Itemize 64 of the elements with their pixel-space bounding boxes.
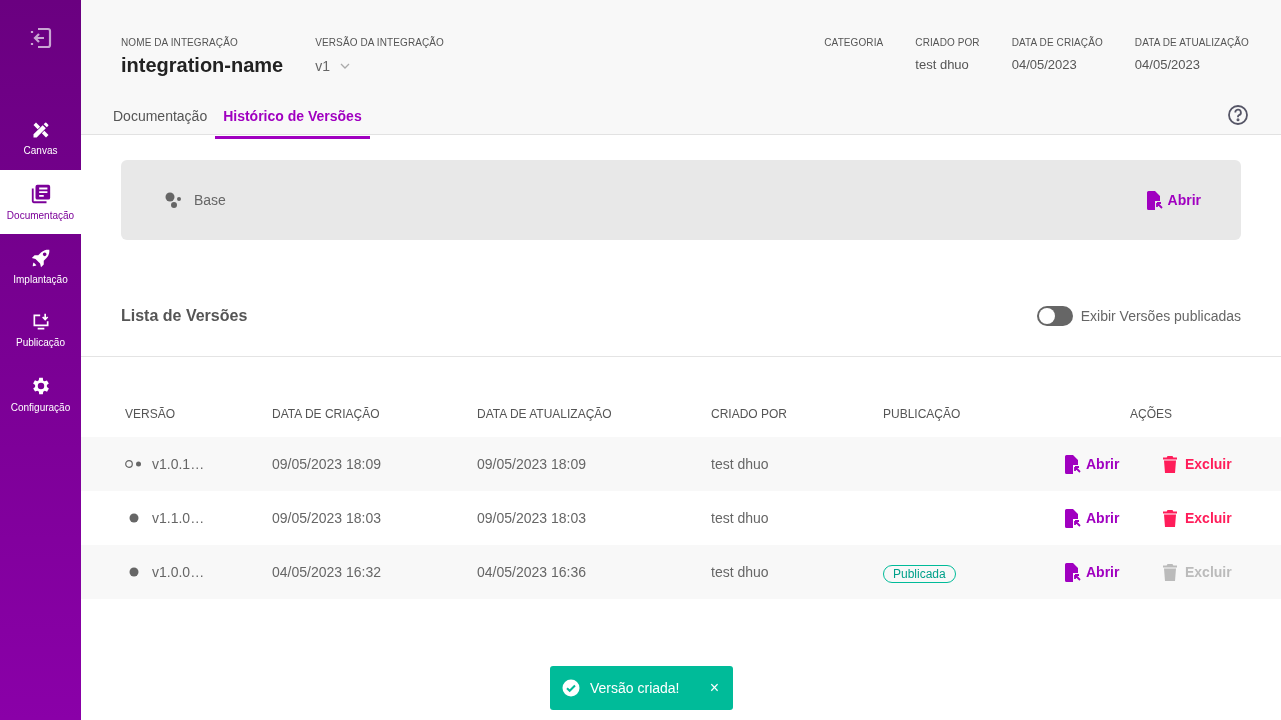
- toggle-switch[interactable]: [1036, 306, 1073, 326]
- sidebar-item[interactable]: Documentação: [0, 170, 81, 234]
- sidebar-item[interactable]: Canvas: [0, 106, 81, 170]
- version-number: v1.0.0…: [152, 564, 205, 580]
- field-label: DATA DE CRIAÇÃO: [1011, 37, 1103, 48]
- field-label: NOME DA INTEGRAÇÃO: [121, 37, 239, 48]
- dot-icon: [129, 513, 139, 523]
- column-header: DATA DE CRIAÇÃO: [272, 407, 381, 423]
- creation-date: 09/05/2023 18:03: [272, 510, 381, 526]
- author-name: test dhuo: [711, 564, 769, 580]
- dots-icon: [165, 191, 182, 209]
- column-header: AÇÕES: [1129, 407, 1173, 423]
- column-header: VERSÃO: [124, 407, 176, 423]
- field-label: CRIADO POR: [915, 37, 980, 48]
- branch-dots-icon: [125, 460, 143, 468]
- trash-icon: [1163, 509, 1177, 527]
- open-button[interactable]: Abrir: [1065, 454, 1120, 474]
- file-open-icon: [1065, 562, 1081, 582]
- open-button[interactable]: Abrir: [1065, 508, 1120, 528]
- check-circle-icon: [562, 679, 580, 697]
- delete-button[interactable]: Excluir: [1163, 455, 1232, 473]
- open-button[interactable]: Abrir: [1146, 190, 1201, 210]
- column-header: CRIADO POR: [711, 407, 788, 423]
- column-header: PUBLICAÇÃO: [883, 407, 962, 423]
- field-label: VERSÃO DA INTEGRAÇÃO: [315, 37, 444, 48]
- integration-name: integration-name: [121, 54, 284, 77]
- field-value: 04/05/2023: [1011, 57, 1078, 72]
- column-header: DATA DE ATUALIZAÇÃO: [477, 407, 613, 423]
- field-value: test dhuo: [915, 57, 970, 72]
- version-number: v1.0.1…: [152, 456, 205, 472]
- toast-message: Versão criada!: [590, 680, 680, 696]
- base-label: Base: [194, 192, 226, 208]
- author-name: test dhuo: [711, 510, 769, 526]
- field-label: CATEGORIA: [824, 37, 884, 48]
- trash-icon: [1163, 563, 1177, 581]
- field-value: 04/05/2023: [1134, 57, 1201, 72]
- creation-date: 04/05/2023 16:32: [272, 564, 381, 580]
- rocket-icon: [29, 247, 52, 269]
- field-label: DATA DE ATUALIZAÇÃO: [1134, 37, 1249, 48]
- file-open-icon: [1065, 508, 1081, 528]
- logout-icon[interactable]: [28, 26, 53, 50]
- update-date: 09/05/2023 18:09: [477, 456, 586, 472]
- author-name: test dhuo: [711, 456, 769, 472]
- toggle-label: Exibir Versões publicadas: [1080, 308, 1241, 324]
- file-open-icon: [1146, 190, 1163, 210]
- help-icon[interactable]: [1227, 104, 1249, 126]
- file-open-icon: [1065, 454, 1081, 474]
- update-date: 09/05/2023 18:03: [477, 510, 586, 526]
- open-button[interactable]: Abrir: [1065, 562, 1120, 582]
- delete-button[interactable]: Excluir: [1163, 509, 1232, 527]
- tab[interactable]: Histórico de Versões: [215, 108, 370, 139]
- section-title: Lista de Versões: [121, 307, 248, 325]
- sidebar-item[interactable]: Configuração: [0, 362, 81, 426]
- sidebar-item[interactable]: Publicação: [0, 298, 81, 362]
- documents-icon: [29, 183, 52, 205]
- sidebar-item[interactable]: Implantação: [0, 234, 81, 298]
- tab[interactable]: Documentação: [105, 108, 216, 139]
- creation-date: 09/05/2023 18:09: [272, 456, 381, 472]
- trash-icon: [1163, 455, 1177, 473]
- update-date: 04/05/2023 16:36: [477, 564, 586, 580]
- version-select[interactable]: v1: [315, 58, 444, 74]
- chevron-down-icon: [340, 63, 351, 69]
- version-number: v1.1.0…: [152, 510, 205, 526]
- dot-icon: [129, 567, 139, 577]
